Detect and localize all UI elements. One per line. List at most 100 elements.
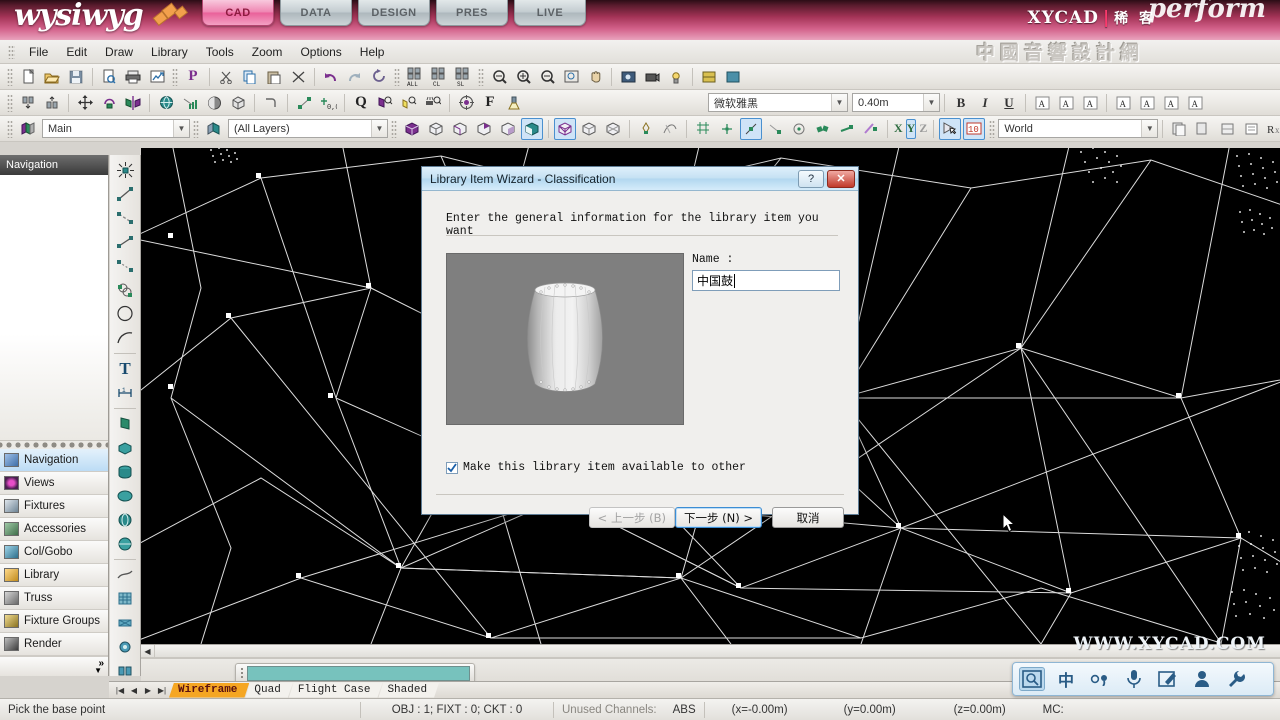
snap-center-icon[interactable] [788,118,810,140]
axis-z-button[interactable]: Z [918,119,928,139]
export-chart-icon[interactable] [146,66,168,88]
menu-help[interactable]: Help [351,42,394,62]
trim-icon[interactable] [287,66,309,88]
wizard-next-button[interactable]: 下一步 (N) > [674,507,762,528]
wizard-cancel-button[interactable]: 取消 [772,507,844,528]
light-icon[interactable] [665,66,687,88]
copy-icon[interactable] [239,66,261,88]
view-tab-flight-case[interactable]: Flight Case [289,683,383,698]
text-style-1-icon[interactable]: A [1112,92,1134,114]
font-family-combo[interactable]: 微软雅黑 ▼ [708,93,848,112]
bold-button[interactable]: B [950,92,972,114]
sidebar-item-colgobo[interactable]: Col/Gobo [0,541,108,564]
toolbar-grip-9[interactable] [989,119,996,138]
view-wire-cube-icon[interactable] [554,117,576,140]
toolbar-grip-1[interactable] [7,67,13,86]
layers-combo[interactable]: (All Layers) ▼ [228,119,388,138]
view-tab-shaded[interactable]: Shaded [378,683,439,698]
navigation-panel-body[interactable] [0,175,108,440]
copy-props-icon[interactable] [1168,118,1190,140]
sweep-tool-icon[interactable] [112,532,138,555]
snap-nearest-icon[interactable] [764,118,786,140]
arc-curve-tool-icon[interactable] [112,326,138,349]
paste-props-icon[interactable] [1192,118,1214,140]
camera-icon[interactable] [641,66,663,88]
menu-edit[interactable]: Edit [57,42,96,62]
status-abs-mode[interactable]: ABS [665,699,704,720]
module-tab-design[interactable]: DESIGN [358,0,430,26]
select-class-icon[interactable]: CL [428,66,450,88]
layer-group-combo[interactable]: Main ▼ [42,119,190,138]
extrude-tool-icon[interactable] [112,460,138,483]
sidebar-item-library[interactable]: Library [0,564,108,587]
print-preview-icon[interactable] [98,66,120,88]
sidebar-item-views[interactable]: Views [0,472,108,495]
menu-options[interactable]: Options [291,42,350,62]
refresh-icon[interactable] [368,66,390,88]
spline-tool-icon[interactable] [112,278,138,301]
snap-curve-icon[interactable] [659,118,681,140]
sidebar-item-truss[interactable]: Truss [0,587,108,610]
module-tab-live[interactable]: LIVE [514,0,586,26]
plot-tool-icon[interactable]: P [182,66,204,88]
match-props-icon[interactable] [1216,118,1238,140]
zoom-out-icon[interactable] [536,66,558,88]
axis-x-button[interactable]: X [893,119,904,139]
menu-zoom[interactable]: Zoom [243,42,292,62]
toolbar-grip-3[interactable] [394,67,400,86]
settings-wrench-icon[interactable] [1223,667,1249,691]
chevron-down-icon[interactable]: ▼ [173,120,189,137]
solid-tool-icon[interactable] [112,436,138,459]
sidebar-item-fixture-groups[interactable]: Fixture Groups [0,610,108,633]
toolbar-grip-2[interactable] [172,67,178,86]
revolve-tool-icon[interactable] [112,484,138,507]
sidebar-item-accessories[interactable]: Accessories [0,518,108,541]
first-view-button[interactable]: |◀ [113,683,127,698]
share-item-checkbox-row[interactable]: Make this library item available to othe… [446,461,746,474]
target-icon[interactable] [455,92,477,114]
chinese-mode-icon[interactable]: 中 [1053,667,1079,691]
shaded-mode-icon[interactable] [722,66,744,88]
snap-tangent-icon[interactable] [860,118,882,140]
polyline-tool-icon[interactable] [112,206,138,229]
view-iso-2-icon[interactable] [425,118,447,140]
view-cube-2-icon[interactable] [578,118,600,140]
properties-icon[interactable] [1240,118,1262,140]
arc-tool-icon[interactable] [112,230,138,253]
rx-filter-icon[interactable]: Rx [1264,118,1280,140]
handwriting-icon[interactable] [1155,667,1181,691]
chevron-down-icon[interactable]: ▼ [371,120,387,137]
globe-icon[interactable] [155,92,177,114]
beam-icon[interactable] [503,92,525,114]
snap-perpendicular-icon[interactable] [836,118,858,140]
snap-intersection-icon[interactable] [812,118,834,140]
text-style-2-icon[interactable]: A [1136,92,1158,114]
view-iso-5-icon[interactable] [497,118,519,140]
next-view-button[interactable]: ▶ [141,683,155,698]
view-tab-wireframe[interactable]: Wireframe [169,683,249,698]
module-tab-pres[interactable]: PRES [436,0,508,26]
plane-tool-icon[interactable] [112,412,138,435]
align-bottom-icon[interactable] [17,92,39,114]
user-icon[interactable] [1189,667,1215,691]
section-icon[interactable] [203,92,225,114]
text-tool-icon[interactable]: T [112,357,138,380]
dialog-title-bar[interactable]: Library Item Wizard - Classification ? ✕ [422,167,858,191]
align-top-icon[interactable] [41,92,63,114]
module-tab-cad[interactable]: CAD [202,0,274,26]
zoom-window-icon[interactable] [488,66,510,88]
truss-tool-icon[interactable] [112,611,138,634]
ime-logo-icon[interactable] [1019,667,1045,691]
view-iso-1-icon[interactable] [401,118,423,140]
text-style-4-icon[interactable]: A [1184,92,1206,114]
punctuation-icon[interactable] [1087,667,1113,691]
sidebar-item-render[interactable]: Render [0,633,108,656]
query-object-icon[interactable] [374,92,396,114]
align-text-left-icon[interactable]: A [1031,92,1053,114]
align-text-center-icon[interactable]: A [1055,92,1077,114]
toolbar-grip-6[interactable] [7,119,13,138]
toolbar-grip-4[interactable] [478,67,484,86]
pan-icon[interactable] [584,66,606,88]
menu-library[interactable]: Library [142,42,197,62]
microphone-icon[interactable] [1121,667,1147,691]
